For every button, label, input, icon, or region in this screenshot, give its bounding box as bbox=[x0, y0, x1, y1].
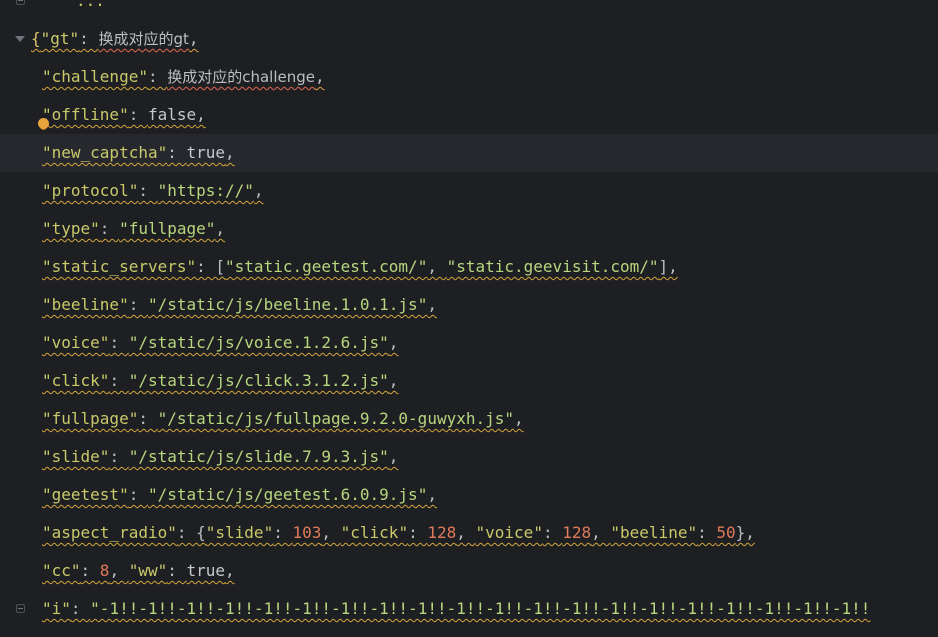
code-line[interactable]: "static_servers": ["static.geetest.com/"… bbox=[0, 248, 938, 286]
type-entry: "type": "fullpage", bbox=[42, 219, 226, 238]
code-line[interactable]: "protocol": "https://", bbox=[0, 172, 938, 210]
aspect-slide-key: "slide" bbox=[205, 523, 274, 542]
cc-value: 8 bbox=[99, 561, 110, 580]
voice-key: "voice" bbox=[42, 333, 110, 352]
static-servers-key: "static_servers" bbox=[42, 257, 197, 276]
click-value: "/static/js/click.3.1.2.js" bbox=[128, 371, 389, 390]
offline-value: false bbox=[147, 105, 197, 124]
aspect-slide-value: 103 bbox=[292, 523, 322, 542]
click-key: "click" bbox=[42, 371, 110, 390]
geetest-key: "geetest" bbox=[42, 485, 129, 504]
code-line[interactable]: "fullpage": "/static/js/fullpage.9.2.0-g… bbox=[0, 400, 938, 438]
new-captcha-value: true bbox=[186, 143, 226, 162]
geetest-entry: "geetest": "/static/js/geetest.6.0.9.js"… bbox=[42, 485, 437, 504]
gt-key: "gt" bbox=[40, 29, 80, 48]
code-line[interactable]: "aspect_radio": {"slide": 103, "click": … bbox=[0, 514, 938, 552]
slide-entry: "slide": "/static/js/slide.7.9.3.js", bbox=[42, 447, 399, 466]
aspect-click-value: 128 bbox=[427, 523, 457, 542]
code-line[interactable]: "geetest": "/static/js/geetest.6.0.9.js"… bbox=[0, 476, 938, 514]
click-entry: "click": "/static/js/click.3.1.2.js", bbox=[42, 371, 399, 390]
code-line[interactable]: "challenge": 换成对应的challenge, bbox=[0, 58, 938, 96]
i-entry: "i": "-1!!-1!!-1!!-1!!-1!!-1!!-1!!-1!!-1… bbox=[42, 599, 871, 618]
aspect-voice-value: 128 bbox=[562, 523, 592, 542]
aspect-radio-entry: "aspect_radio": {"slide": 103, "click": … bbox=[42, 523, 755, 542]
aspect-click-key: "click" bbox=[340, 523, 409, 542]
code-line[interactable]: ... bbox=[0, 0, 938, 20]
code-line[interactable]: {"gt": 换成对应的gt, bbox=[0, 20, 938, 58]
slide-value: "/static/js/slide.7.9.3.js" bbox=[128, 447, 389, 466]
offline-key: "offline" bbox=[42, 105, 129, 124]
code-line[interactable]: "offline": false, bbox=[0, 96, 938, 134]
gt-value: 换成对应的gt bbox=[98, 30, 189, 48]
beeline-entry: "beeline": "/static/js/beeline.1.0.1.js"… bbox=[42, 295, 437, 314]
challenge-value: 换成对应的challenge bbox=[167, 68, 316, 86]
static-server-item: "static.geevisit.com/" bbox=[446, 257, 659, 276]
code-line[interactable]: "slide": "/static/js/slide.7.9.3.js", bbox=[0, 438, 938, 476]
fullpage-value: "/static/js/fullpage.9.2.0-guwyxh.js" bbox=[157, 409, 515, 428]
gt-entry: {"gt": 换成对应的gt, bbox=[31, 29, 199, 48]
new-captcha-key: "new_captcha" bbox=[42, 143, 168, 162]
type-key: "type" bbox=[42, 219, 100, 238]
ellipsis-text: ... bbox=[76, 0, 105, 10]
lightbulb-icon[interactable] bbox=[38, 118, 49, 129]
protocol-entry: "protocol": "https://", bbox=[42, 181, 264, 200]
cc-ww-entry: "cc": 8, "ww": true, bbox=[42, 561, 235, 580]
code-line[interactable]: "beeline": "/static/js/beeline.1.0.1.js"… bbox=[0, 286, 938, 324]
i-key: "i" bbox=[42, 599, 71, 618]
code-line[interactable]: "click": "/static/js/click.3.1.2.js", bbox=[0, 362, 938, 400]
ww-key: "ww" bbox=[128, 561, 168, 580]
code-line-current[interactable]: "new_captcha": true, bbox=[0, 134, 938, 172]
i-value: "-1!!-1!!-1!!-1!!-1!!-1!!-1!!-1!!-1!!-1!… bbox=[90, 599, 871, 618]
geetest-value: "/static/js/geetest.6.0.9.js" bbox=[147, 485, 428, 504]
beeline-key: "beeline" bbox=[42, 295, 129, 314]
aspect-voice-key: "voice" bbox=[475, 523, 543, 542]
fullpage-entry: "fullpage": "/static/js/fullpage.9.2.0-g… bbox=[42, 409, 524, 428]
challenge-entry: "challenge": 换成对应的challenge, bbox=[42, 67, 325, 86]
code-line[interactable]: "voice": "/static/js/voice.1.2.6.js", bbox=[0, 324, 938, 362]
challenge-key: "challenge" bbox=[42, 67, 148, 86]
voice-value: "/static/js/voice.1.2.6.js" bbox=[128, 333, 389, 352]
slide-key: "slide" bbox=[42, 447, 110, 466]
fullpage-key: "fullpage" bbox=[42, 409, 139, 428]
static-servers-entry: "static_servers": ["static.geetest.com/"… bbox=[42, 257, 678, 276]
aspect-beeline-key: "beeline" bbox=[610, 523, 698, 542]
code-line[interactable]: "i": "-1!!-1!!-1!!-1!!-1!!-1!!-1!!-1!!-1… bbox=[0, 590, 938, 628]
beeline-value: "/static/js/beeline.1.0.1.js" bbox=[147, 295, 428, 314]
type-value: "fullpage" bbox=[119, 219, 216, 238]
code-line[interactable]: "cc": 8, "ww": true, bbox=[0, 552, 938, 590]
offline-entry: "offline": false, bbox=[42, 105, 206, 124]
protocol-value: "https://" bbox=[157, 181, 254, 200]
ww-value: true bbox=[186, 561, 226, 580]
static-server-item: "static.geetest.com/" bbox=[225, 257, 428, 276]
code-line[interactable]: "type": "fullpage", bbox=[0, 210, 938, 248]
voice-entry: "voice": "/static/js/voice.1.2.6.js", bbox=[42, 333, 399, 352]
aspect-beeline-value: 50 bbox=[716, 523, 736, 542]
cc-key: "cc" bbox=[42, 561, 81, 580]
aspect-radio-key: "aspect_radio" bbox=[42, 523, 177, 542]
open-brace: { bbox=[31, 29, 41, 48]
new-captcha-entry: "new_captcha": true, bbox=[42, 143, 235, 162]
code-editor[interactable]: ... {"gt": 换成对应的gt, "challenge": 换成对应的ch… bbox=[0, 0, 938, 637]
protocol-key: "protocol" bbox=[42, 181, 139, 200]
